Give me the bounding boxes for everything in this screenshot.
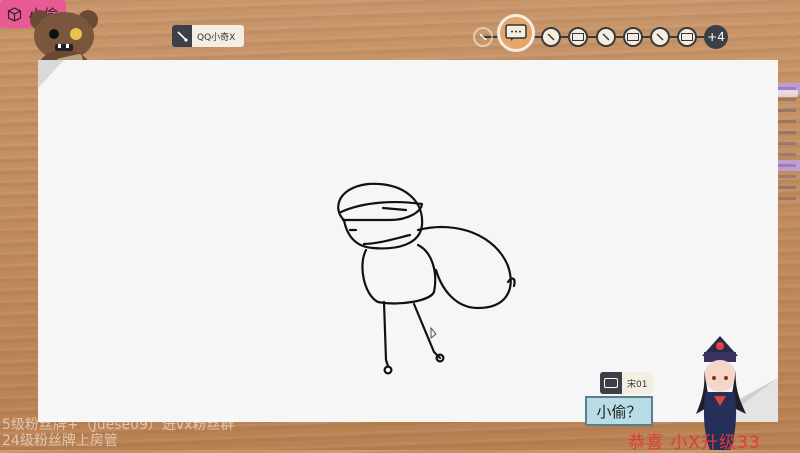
cursor-icon [430, 326, 437, 340]
guesser-name: 宋01 [627, 379, 648, 390]
drawer-name: QQ小奇X [197, 32, 236, 43]
turn-chat-icon-2[interactable] [623, 27, 643, 47]
turn-icon-past[interactable] [473, 27, 493, 47]
current-turn-guess-icon[interactable] [497, 14, 535, 52]
drawer-name-chip: QQ小奇X [172, 25, 244, 47]
chat-bubble-icon [600, 372, 622, 394]
turn-brush-icon-1[interactable] [541, 27, 561, 47]
thief-drawing [337, 182, 516, 375]
drawing-canvas[interactable] [38, 60, 778, 422]
guesser-chip: 宋01 [600, 372, 654, 394]
brush-icon [172, 25, 192, 47]
turn-brush-icon-2[interactable] [596, 27, 616, 47]
turn-brush-icon-3[interactable] [650, 27, 670, 47]
level-up-banner: 恭喜 小X升级33 [628, 433, 761, 453]
turn-chat-icon-1[interactable] [568, 27, 588, 47]
admin-notice: 24级粉丝牌上房管 [2, 433, 118, 449]
turn-chat-icon-3[interactable] [677, 27, 697, 47]
guess-bubble: 小偷？ [585, 396, 653, 426]
box-icon [8, 6, 22, 22]
